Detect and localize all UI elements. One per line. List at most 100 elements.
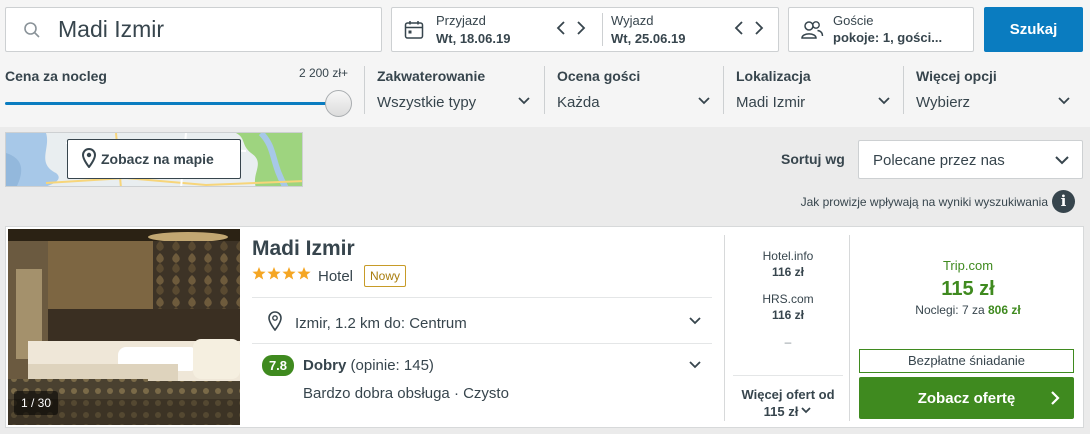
hotel-name[interactable]: Madi Izmir <box>252 237 355 261</box>
star-icon <box>267 267 281 285</box>
more-offers-price: 115 zł <box>763 404 799 419</box>
view-deal-button[interactable]: Zobacz ofertę <box>859 377 1074 419</box>
view-deal-label: Zobacz ofertę <box>917 389 1016 407</box>
sort-value: Polecane przez nas <box>873 152 1005 169</box>
price-filter-label: Cena za nocleg <box>5 68 107 84</box>
sort-select[interactable]: Polecane przez nas <box>858 140 1083 179</box>
chevron-down-icon <box>1057 94 1071 113</box>
rating-tags: Bardzo dobra obsługa · Czysto <box>303 385 509 402</box>
hotel-type: Hotel <box>318 268 354 285</box>
more-options-filter-label: Więcej opcji <box>916 68 997 84</box>
offer-item[interactable]: HRS.com 116 zł <box>725 292 851 322</box>
hotel-result-card: 1 / 30 Madi Izmir Hotel Nowy Izmir, 1.2 … <box>5 226 1084 428</box>
nights-total: 806 zł <box>988 303 1021 317</box>
accommodation-filter[interactable]: Zakwaterowanie Wszystkie typy <box>377 66 532 121</box>
filter-divider <box>544 66 545 114</box>
checkin-value: Wt, 18.06.19 <box>436 31 511 46</box>
accommodation-filter-label: Zakwaterowanie <box>377 68 486 84</box>
best-offer-nights: Noclegi: 7 za 806 zł <box>858 303 1078 317</box>
filter-divider <box>723 66 724 114</box>
star-icon <box>252 267 266 285</box>
rating-label: Dobry <box>303 357 347 374</box>
more-offers-label: Więcej ofert od <box>741 387 835 402</box>
price-filter: Cena za nocleg 2 200 zł+ <box>5 66 355 121</box>
guests-icon <box>800 20 824 45</box>
commission-info-link[interactable]: Jak prowizje wpływają na wyniki wyszukiw… <box>801 195 1048 209</box>
price-filter-max: 2 200 zł+ <box>298 66 348 80</box>
offer-item[interactable]: Hotel.info 116 zł <box>725 249 851 279</box>
empty-offer-placeholder: – <box>784 335 792 349</box>
more-offers-link[interactable]: Więcej ofert od 115 zł <box>725 387 851 419</box>
rating-count: (opinie: 145) <box>350 357 434 374</box>
price-slider-track[interactable] <box>5 102 340 105</box>
filter-divider <box>364 66 365 114</box>
location-filter-label: Lokalizacja <box>736 68 811 84</box>
checkin-prev-icon[interactable] <box>554 20 568 38</box>
more-options-filter-value: Wybierz <box>916 94 971 111</box>
info-icon[interactable]: i <box>1052 190 1075 213</box>
image-counter: 1 / 30 <box>14 391 59 415</box>
date-divider <box>602 13 603 46</box>
location-filter-value: Madi Izmir <box>736 94 806 111</box>
date-picker[interactable]: Przyjazd Wt, 18.06.19 Wyjazd Wt, 25.06.1… <box>391 7 779 52</box>
free-breakfast-badge: Bezpłatne śniadanie <box>859 349 1074 373</box>
accommodation-filter-value: Wszystkie typy <box>377 94 477 111</box>
chevron-right-icon <box>1050 390 1060 410</box>
view-on-map-button[interactable]: Zobacz na mapie <box>67 139 241 179</box>
guests-label: Goście <box>833 13 874 28</box>
offer-price: 116 zł <box>771 308 805 322</box>
checkin-field[interactable]: Przyjazd Wt, 18.06.19 <box>436 8 596 51</box>
search-button[interactable]: Szukaj <box>984 7 1083 52</box>
best-offer-site[interactable]: Trip.com <box>858 258 1078 273</box>
calendar-icon <box>404 20 424 45</box>
offer-price: 116 zł <box>771 265 805 279</box>
guest-rating-filter-value: Każda <box>557 94 600 111</box>
divider <box>733 375 843 376</box>
nights-prefix: Noclegi: 7 za <box>915 303 985 317</box>
view-on-map-label: Zobacz na mapie <box>101 151 214 167</box>
best-offer: Trip.com 115 zł Noclegi: 7 za 806 zł Bez… <box>858 227 1078 427</box>
map-pin-icon <box>81 147 97 171</box>
chevron-down-icon <box>697 94 711 113</box>
best-offer-price[interactable]: 115 zł <box>858 278 1078 301</box>
rating-score-badge: 7.8 <box>262 355 294 376</box>
hotel-photo[interactable]: 1 / 30 <box>8 229 240 425</box>
sort-label: Sortuj wg <box>781 151 845 167</box>
checkout-prev-icon[interactable] <box>732 20 746 38</box>
location-row[interactable]: Izmir, 1.2 km do: Centrum <box>268 311 467 335</box>
offer-site: Hotel.info <box>762 249 814 263</box>
checkout-value: Wt, 25.06.19 <box>611 31 686 46</box>
chevron-down-icon <box>800 404 812 419</box>
divider <box>252 343 712 344</box>
chevron-down-icon <box>517 94 531 113</box>
new-badge: Nowy <box>364 265 407 287</box>
column-divider <box>849 235 850 421</box>
search-input[interactable] <box>58 16 358 43</box>
checkout-field[interactable]: Wyjazd Wt, 25.06.19 <box>611 8 731 51</box>
search-box[interactable] <box>5 7 382 52</box>
rating-summary[interactable]: Dobry (opinie: 145) <box>303 357 434 374</box>
checkin-next-icon[interactable] <box>574 20 588 38</box>
guest-rating-filter-label: Ocena gości <box>557 68 641 84</box>
chevron-down-icon[interactable] <box>688 314 702 333</box>
location-text: Izmir, 1.2 km do: Centrum <box>295 314 467 332</box>
offer-site: HRS.com <box>762 292 814 306</box>
chevron-down-icon <box>877 94 891 113</box>
guests-selector[interactable]: Goście pokoje: 1, gości... <box>788 7 974 52</box>
location-filter[interactable]: Lokalizacja Madi Izmir <box>736 66 891 121</box>
star-rating <box>252 267 311 285</box>
chevron-down-icon <box>1054 152 1070 173</box>
checkin-label: Przyjazd <box>436 13 486 28</box>
divider <box>252 297 712 298</box>
price-slider-handle[interactable] <box>325 90 352 117</box>
star-icon <box>282 267 296 285</box>
search-icon <box>6 21 58 39</box>
more-options-filter[interactable]: Więcej opcji Wybierz <box>916 66 1076 121</box>
chevron-down-icon[interactable] <box>688 358 702 377</box>
checkout-label: Wyjazd <box>611 13 654 28</box>
map-pin-icon <box>268 311 282 335</box>
guests-value: pokoje: 1, gości... <box>833 30 943 45</box>
star-icon <box>297 267 311 285</box>
checkout-next-icon[interactable] <box>752 20 766 38</box>
guest-rating-filter[interactable]: Ocena gości Każda <box>557 66 712 121</box>
